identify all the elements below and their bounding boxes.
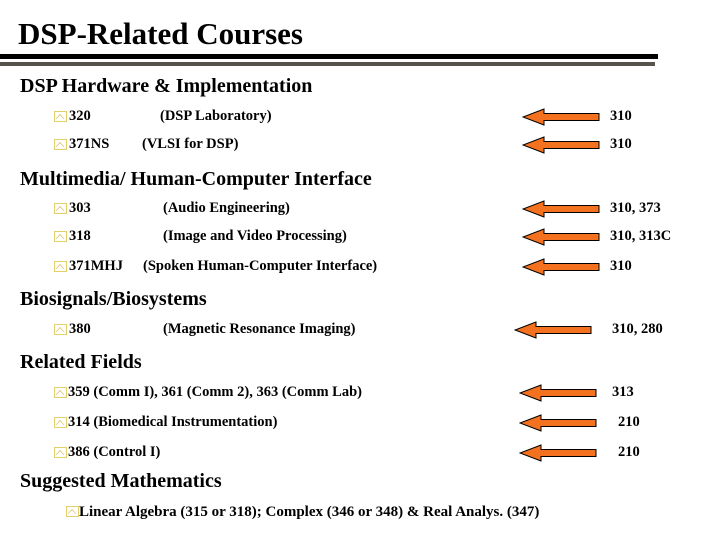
caret-square-bullet-icon: [54, 203, 67, 214]
course-description: (VLSI for DSP): [142, 136, 239, 152]
section-heading-dsp-hardware: DSP Hardware & Implementation: [20, 75, 313, 97]
caret-square-bullet-icon: [54, 417, 67, 428]
caret-square-bullet-icon: [54, 139, 67, 150]
slide-canvas: DSP-Related Courses DSP Hardware & Imple…: [0, 0, 720, 540]
course-number: 380: [69, 321, 91, 337]
left-arrow-icon: [522, 107, 600, 127]
left-arrow-icon: [519, 413, 597, 433]
prerequisite-label: 310, 313C: [610, 228, 672, 244]
caret-square-bullet-icon: [54, 447, 67, 458]
caret-square-bullet-icon: [54, 261, 67, 272]
left-arrow-icon: [522, 227, 600, 247]
left-arrow-icon: [522, 135, 600, 155]
page-title: DSP-Related Courses: [18, 16, 303, 51]
course-line: 386 (Control I): [68, 444, 161, 460]
section-heading-related-fields: Related Fields: [20, 351, 142, 373]
caret-square-bullet-icon: [54, 231, 67, 242]
course-description: (DSP Laboratory): [160, 108, 272, 124]
course-number: 303: [69, 200, 91, 216]
course-line: 359 (Comm I), 361 (Comm 2), 363 (Comm La…: [68, 384, 362, 400]
left-arrow-icon: [514, 320, 592, 340]
section-heading-suggested-mathematics: Suggested Mathematics: [20, 470, 222, 492]
left-arrow-icon: [522, 257, 600, 277]
course-number: 371NS: [69, 136, 110, 152]
prerequisite-label: 310: [610, 136, 632, 152]
course-description: (Audio Engineering): [163, 200, 290, 216]
prerequisite-label: 310, 280: [612, 321, 663, 337]
course-number: 320: [69, 108, 91, 124]
title-divider-black: [0, 54, 658, 59]
caret-square-bullet-icon: [66, 506, 79, 517]
course-number: 318: [69, 228, 91, 244]
prerequisite-label: 313: [612, 384, 634, 400]
caret-square-bullet-icon: [54, 387, 67, 398]
left-arrow-icon: [519, 443, 597, 463]
title-divider-gray: [0, 62, 655, 66]
course-line: 314 (Biomedical Instrumentation): [68, 414, 278, 430]
left-arrow-icon: [522, 199, 600, 219]
prerequisite-label: 310, 373: [610, 200, 661, 216]
course-description: (Image and Video Processing): [163, 228, 347, 244]
prerequisite-label: 210: [618, 444, 640, 460]
prerequisite-label: 210: [618, 414, 640, 430]
section-heading-multimedia-hci: Multimedia/ Human-Computer Interface: [20, 168, 372, 190]
course-number: 371MHJ: [69, 258, 123, 274]
prerequisite-label: 310: [610, 258, 632, 274]
caret-square-bullet-icon: [54, 324, 67, 335]
caret-square-bullet-icon: [54, 111, 67, 122]
prerequisite-label: 310: [610, 108, 632, 124]
section-heading-biosignals: Biosignals/Biosystems: [20, 288, 207, 310]
course-description: (Magnetic Resonance Imaging): [163, 321, 356, 337]
course-line: Linear Algebra (315 or 318); Complex (34…: [79, 504, 540, 520]
course-description: (Spoken Human-Computer Interface): [143, 258, 378, 274]
left-arrow-icon: [519, 383, 597, 403]
